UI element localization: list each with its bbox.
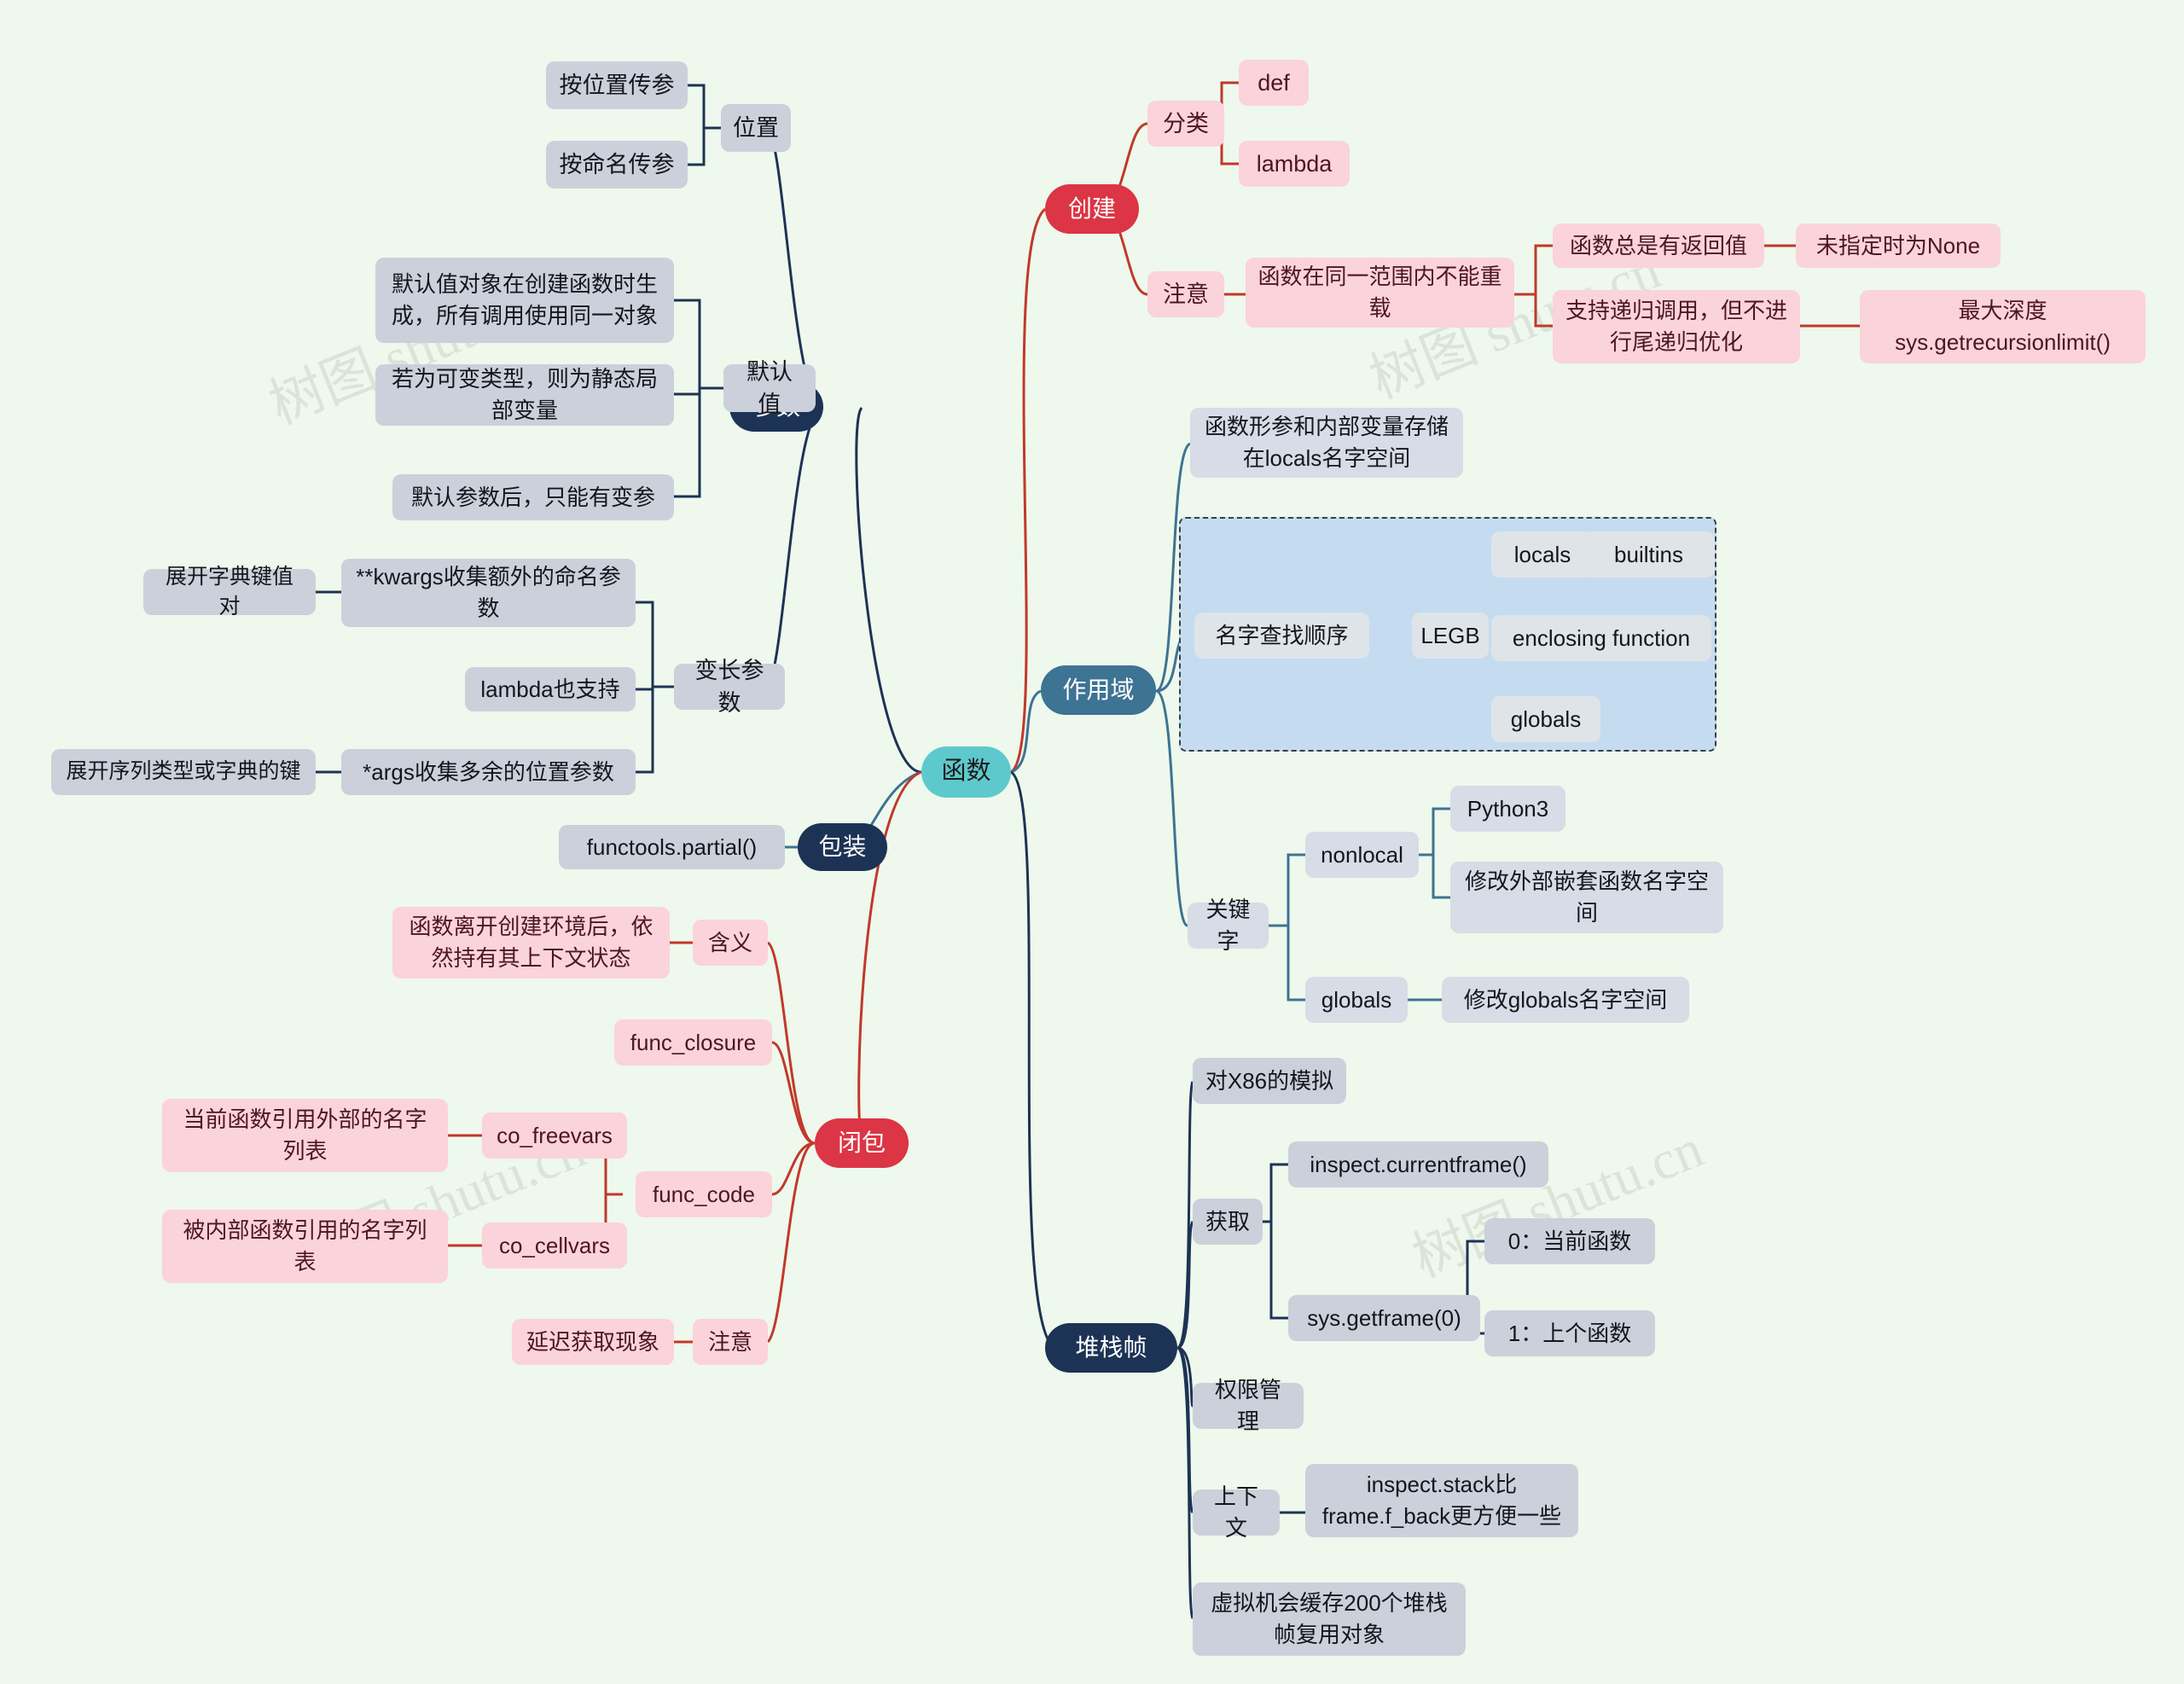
leaf-position-by-name[interactable]: 按命名传参: [546, 141, 688, 189]
sub-node-create-notice[interactable]: 注意: [1147, 271, 1224, 317]
leaf-sys-getframe[interactable]: sys.getframe(0): [1288, 1295, 1480, 1341]
sub-node-default-value[interactable]: 默认值: [723, 359, 816, 417]
sub-node-closure-notice[interactable]: 注意: [693, 1319, 768, 1365]
branch-node-closure[interactable]: 闭包: [815, 1118, 909, 1168]
leaf-kwargs[interactable]: **kwargs收集额外的命名参数: [341, 559, 636, 627]
branch-node-scope[interactable]: 作用域: [1041, 665, 1156, 715]
branch-node-wrapping[interactable]: 包装: [798, 823, 887, 871]
sub-node-name-lookup-order[interactable]: 名字查找顺序: [1194, 613, 1369, 659]
sub-node-context[interactable]: 上下文: [1193, 1484, 1280, 1541]
sub-node-closure-meaning[interactable]: 含义: [693, 920, 768, 966]
sub-node-obtain[interactable]: 获取: [1193, 1199, 1263, 1245]
leaf-nonlocal[interactable]: nonlocal: [1305, 832, 1419, 878]
leaf-position-by-order[interactable]: 按位置传参: [546, 61, 688, 109]
leaf-delayed-binding[interactable]: 延迟获取现象: [512, 1319, 674, 1365]
note-co-cellvars-desc[interactable]: 被内部函数引用的名字列表: [162, 1210, 448, 1283]
leaf-permission-management[interactable]: 权限管理: [1193, 1377, 1304, 1434]
leaf-no-overload[interactable]: 函数在同一范围内不能重载: [1246, 258, 1514, 328]
root-node-function[interactable]: 函数: [921, 746, 1011, 798]
sub-node-classification[interactable]: 分类: [1147, 101, 1224, 147]
leaf-def[interactable]: def: [1239, 60, 1309, 106]
leaf-globals-legb[interactable]: globals: [1491, 696, 1600, 742]
leaf-builtins[interactable]: builtins: [1583, 531, 1715, 578]
leaf-modify-enclosing-namespace[interactable]: 修改外部嵌套函数名字空间: [1450, 862, 1723, 933]
branch-node-stack-frame[interactable]: 堆栈帧: [1045, 1323, 1177, 1373]
leaf-co-cellvars[interactable]: co_cellvars: [482, 1222, 627, 1269]
watermark: 树图 shutu.cn: [1403, 1118, 1711, 1289]
leaf-locals-namespace-note[interactable]: 函数形参和内部变量存储在locals名字空间: [1190, 408, 1463, 478]
leaf-frame-index-1[interactable]: 1：上个函数: [1484, 1310, 1655, 1356]
leaf-max-recursion-depth[interactable]: 最大深度sys.getrecursionlimit(): [1860, 290, 2146, 363]
leaf-args[interactable]: *args收集多余的位置参数: [341, 749, 636, 795]
leaf-default-then-varargs[interactable]: 默认参数后，只能有变参: [392, 474, 674, 520]
leaf-inspect-currentframe[interactable]: inspect.currentframe(): [1288, 1141, 1548, 1188]
leaf-modify-globals-namespace[interactable]: 修改globals名字空间: [1442, 977, 1689, 1023]
note-expand-dict-kv[interactable]: 展开字典键值对: [143, 565, 316, 618]
sub-node-func-code[interactable]: func_code: [636, 1171, 772, 1217]
leaf-locals[interactable]: locals: [1491, 531, 1594, 578]
leaf-lambda[interactable]: lambda: [1239, 141, 1350, 187]
leaf-co-freevars[interactable]: co_freevars: [482, 1112, 627, 1158]
leaf-vm-caches-200-frames[interactable]: 虚拟机会缓存200个堆栈帧复用对象: [1193, 1582, 1466, 1656]
sub-node-keywords[interactable]: 关键字: [1188, 897, 1269, 954]
leaf-frame-index-0[interactable]: 0：当前函数: [1484, 1218, 1655, 1264]
leaf-always-has-return[interactable]: 函数总是有返回值: [1553, 224, 1764, 268]
leaf-lambda-supports[interactable]: lambda也支持: [465, 667, 636, 711]
leaf-x86-simulation[interactable]: 对X86的模拟: [1193, 1058, 1346, 1104]
leaf-default-created-at-def[interactable]: 默认值对象在创建函数时生成，所有调用使用同一对象: [375, 258, 674, 343]
leaf-inspect-stack-vs-f-back[interactable]: inspect.stack比frame.f_back更方便一些: [1305, 1464, 1578, 1537]
node-legb[interactable]: LEGB: [1412, 613, 1489, 659]
sub-node-position[interactable]: 位置: [721, 104, 791, 152]
leaf-func-closure[interactable]: func_closure: [614, 1019, 772, 1066]
leaf-functools-partial[interactable]: functools.partial(): [559, 825, 785, 869]
mindmap-canvas: 树图 shutu.cn 树图 shutu.cn 树图 shutu.cn 树图 s…: [0, 0, 2184, 1684]
leaf-globals-keyword[interactable]: globals: [1305, 977, 1408, 1023]
sub-node-varargs[interactable]: 变长参数: [674, 658, 785, 716]
leaf-default-mutable-static[interactable]: 若为可变类型，则为静态局部变量: [375, 364, 674, 426]
note-co-freevars-desc[interactable]: 当前函数引用外部的名字列表: [162, 1099, 448, 1172]
leaf-python3[interactable]: Python3: [1450, 786, 1565, 832]
branch-node-create[interactable]: 创建: [1045, 184, 1139, 234]
leaf-closure-definition[interactable]: 函数离开创建环境后，依然持有其上下文状态: [392, 907, 670, 978]
leaf-unspecified-is-none[interactable]: 未指定时为None: [1796, 224, 2001, 268]
note-expand-sequence-or-dict-keys[interactable]: 展开序列类型或字典的键: [51, 749, 316, 795]
leaf-recursion-no-tail-opt[interactable]: 支持递归调用，但不进行尾递归优化: [1553, 290, 1800, 363]
leaf-enclosing-function[interactable]: enclosing function: [1491, 615, 1711, 661]
